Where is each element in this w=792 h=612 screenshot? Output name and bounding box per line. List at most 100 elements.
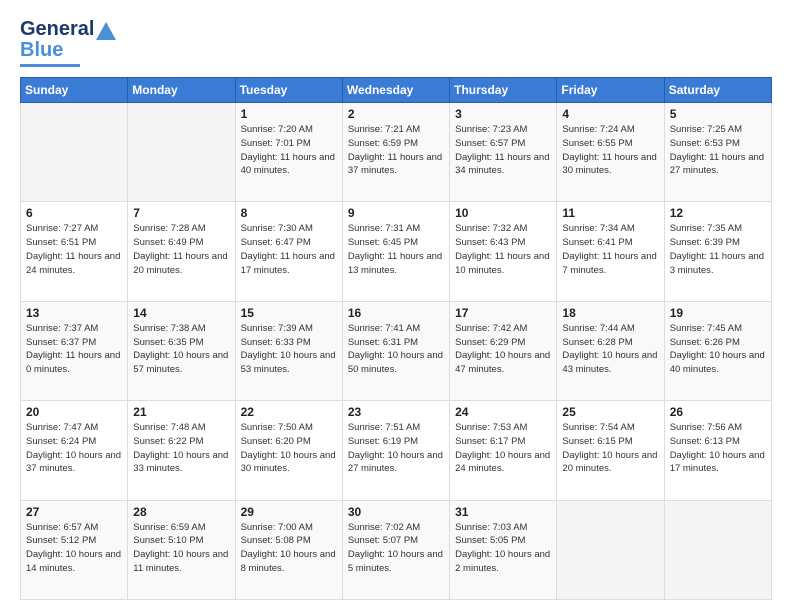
day-info: Sunrise: 7:47 AMSunset: 6:24 PMDaylight:… (26, 421, 122, 476)
day-number: 3 (455, 107, 551, 121)
day-info: Sunrise: 7:50 AMSunset: 6:20 PMDaylight:… (241, 421, 337, 476)
weekday-header-wednesday: Wednesday (342, 78, 449, 103)
day-number: 31 (455, 505, 551, 519)
calendar-cell: 1Sunrise: 7:20 AMSunset: 7:01 PMDaylight… (235, 103, 342, 202)
calendar-cell (21, 103, 128, 202)
day-number: 4 (562, 107, 658, 121)
day-number: 13 (26, 306, 122, 320)
calendar-week-4: 20 Sunrise: 7:47 AMSunset: 6:24 PMDayligh… (21, 401, 772, 500)
day-number: 26 (670, 405, 766, 419)
calendar-cell: 20 Sunrise: 7:47 AMSunset: 6:24 PMDayligh… (21, 401, 128, 500)
day-number: 6 (26, 206, 122, 220)
calendar-week-1: 1Sunrise: 7:20 AMSunset: 7:01 PMDaylight… (21, 103, 772, 202)
logo-triangle (96, 22, 116, 40)
calendar-cell: 25 Sunrise: 7:54 AMSunset: 6:15 PMDayligh… (557, 401, 664, 500)
day-number: 27 (26, 505, 122, 519)
calendar-cell: 7 Sunrise: 7:28 AMSunset: 6:49 PMDaylight… (128, 202, 235, 301)
calendar-cell: 8Sunrise: 7:30 AMSunset: 6:47 PMDaylight… (235, 202, 342, 301)
calendar-week-3: 13 Sunrise: 7:37 AMSunset: 6:37 PMDayligh… (21, 301, 772, 400)
day-info: Sunrise: 7:00 AMSunset: 5:08 PMDaylight:… (241, 521, 337, 576)
day-number: 9 (348, 206, 444, 220)
calendar-week-2: 6 Sunrise: 7:27 AMSunset: 6:51 PMDaylight… (21, 202, 772, 301)
day-info: Sunrise: 7:35 AMSunset: 6:39 PMDaylight:… (670, 222, 766, 277)
day-number: 25 (562, 405, 658, 419)
day-info: Sunrise: 7:45 AMSunset: 6:26 PMDaylight:… (670, 322, 766, 377)
calendar-cell: 27 Sunrise: 6:57 AMSunset: 5:12 PMDayligh… (21, 500, 128, 599)
day-number: 12 (670, 206, 766, 220)
day-number: 17 (455, 306, 551, 320)
calendar-cell: 26 Sunrise: 7:56 AMSunset: 6:13 PMDayligh… (664, 401, 771, 500)
day-number: 11 (562, 206, 658, 220)
calendar-cell: 23 Sunrise: 7:51 AMSunset: 6:19 PMDayligh… (342, 401, 449, 500)
day-number: 24 (455, 405, 551, 419)
logo-underline (20, 64, 80, 67)
logo-text: General (20, 18, 94, 41)
logo: General Blue (20, 18, 116, 67)
day-info: Sunrise: 7:21 AMSunset: 6:59 PMDaylight:… (348, 123, 444, 178)
calendar-week-5: 27 Sunrise: 6:57 AMSunset: 5:12 PMDayligh… (21, 500, 772, 599)
calendar-cell: 21 Sunrise: 7:48 AMSunset: 6:22 PMDayligh… (128, 401, 235, 500)
calendar-cell: 15 Sunrise: 7:39 AMSunset: 6:33 PMDayligh… (235, 301, 342, 400)
day-number: 22 (241, 405, 337, 419)
calendar-cell: 5Sunrise: 7:25 AMSunset: 6:53 PMDaylight… (664, 103, 771, 202)
calendar-cell: 10Sunrise: 7:32 AMSunset: 6:43 PMDayligh… (450, 202, 557, 301)
calendar-cell: 11 Sunrise: 7:34 AMSunset: 6:41 PMDayligh… (557, 202, 664, 301)
calendar-cell: 9Sunrise: 7:31 AMSunset: 6:45 PMDaylight… (342, 202, 449, 301)
calendar-cell: 13 Sunrise: 7:37 AMSunset: 6:37 PMDayligh… (21, 301, 128, 400)
header: General Blue (20, 18, 772, 67)
day-number: 30 (348, 505, 444, 519)
day-number: 8 (241, 206, 337, 220)
day-number: 28 (133, 505, 229, 519)
day-number: 1 (241, 107, 337, 121)
day-number: 23 (348, 405, 444, 419)
calendar-cell: 4 Sunrise: 7:24 AMSunset: 6:55 PMDaylight… (557, 103, 664, 202)
day-number: 14 (133, 306, 229, 320)
weekday-header-tuesday: Tuesday (235, 78, 342, 103)
day-info: Sunrise: 7:27 AMSunset: 6:51 PMDaylight:… (26, 222, 122, 277)
calendar-cell: 2 Sunrise: 7:21 AMSunset: 6:59 PMDaylight… (342, 103, 449, 202)
calendar-cell (664, 500, 771, 599)
day-info: Sunrise: 7:37 AMSunset: 6:37 PMDaylight:… (26, 322, 122, 377)
page: General Blue SundayMondayTuesdayWednesda… (0, 0, 792, 612)
day-info: Sunrise: 7:51 AMSunset: 6:19 PMDaylight:… (348, 421, 444, 476)
day-number: 15 (241, 306, 337, 320)
weekday-header-saturday: Saturday (664, 78, 771, 103)
day-info: Sunrise: 7:42 AMSunset: 6:29 PMDaylight:… (455, 322, 551, 377)
day-info: Sunrise: 7:48 AMSunset: 6:22 PMDaylight:… (133, 421, 229, 476)
day-number: 16 (348, 306, 444, 320)
day-number: 20 (26, 405, 122, 419)
calendar-cell: 17 Sunrise: 7:42 AMSunset: 6:29 PMDayligh… (450, 301, 557, 400)
day-info: Sunrise: 7:44 AMSunset: 6:28 PMDaylight:… (562, 322, 658, 377)
day-info: Sunrise: 7:34 AMSunset: 6:41 PMDaylight:… (562, 222, 658, 277)
weekday-header-friday: Friday (557, 78, 664, 103)
day-number: 21 (133, 405, 229, 419)
day-info: Sunrise: 7:28 AMSunset: 6:49 PMDaylight:… (133, 222, 229, 277)
weekday-header-monday: Monday (128, 78, 235, 103)
calendar-cell: 6 Sunrise: 7:27 AMSunset: 6:51 PMDaylight… (21, 202, 128, 301)
day-info: Sunrise: 7:25 AMSunset: 6:53 PMDaylight:… (670, 123, 766, 178)
day-info: Sunrise: 6:59 AMSunset: 5:10 PMDaylight:… (133, 521, 229, 576)
day-info: Sunrise: 7:54 AMSunset: 6:15 PMDaylight:… (562, 421, 658, 476)
day-number: 10 (455, 206, 551, 220)
calendar-cell: 14 Sunrise: 7:38 AMSunset: 6:35 PMDayligh… (128, 301, 235, 400)
calendar-cell: 30 Sunrise: 7:02 AMSunset: 5:07 PMDayligh… (342, 500, 449, 599)
day-info: Sunrise: 7:41 AMSunset: 6:31 PMDaylight:… (348, 322, 444, 377)
day-number: 2 (348, 107, 444, 121)
calendar-header-row: SundayMondayTuesdayWednesdayThursdayFrid… (21, 78, 772, 103)
day-info: Sunrise: 7:02 AMSunset: 5:07 PMDaylight:… (348, 521, 444, 576)
calendar-cell: 19 Sunrise: 7:45 AMSunset: 6:26 PMDayligh… (664, 301, 771, 400)
day-info: Sunrise: 6:57 AMSunset: 5:12 PMDaylight:… (26, 521, 122, 576)
day-info: Sunrise: 7:38 AMSunset: 6:35 PMDaylight:… (133, 322, 229, 377)
day-info: Sunrise: 7:56 AMSunset: 6:13 PMDaylight:… (670, 421, 766, 476)
calendar-cell: 31Sunrise: 7:03 AMSunset: 5:05 PMDayligh… (450, 500, 557, 599)
day-number: 18 (562, 306, 658, 320)
weekday-header-thursday: Thursday (450, 78, 557, 103)
calendar-cell: 12 Sunrise: 7:35 AMSunset: 6:39 PMDayligh… (664, 202, 771, 301)
day-info: Sunrise: 7:24 AMSunset: 6:55 PMDaylight:… (562, 123, 658, 178)
calendar-cell: 24Sunrise: 7:53 AMSunset: 6:17 PMDayligh… (450, 401, 557, 500)
calendar-table: SundayMondayTuesdayWednesdayThursdayFrid… (20, 77, 772, 600)
day-info: Sunrise: 7:39 AMSunset: 6:33 PMDaylight:… (241, 322, 337, 377)
day-number: 7 (133, 206, 229, 220)
day-number: 19 (670, 306, 766, 320)
calendar-cell (128, 103, 235, 202)
